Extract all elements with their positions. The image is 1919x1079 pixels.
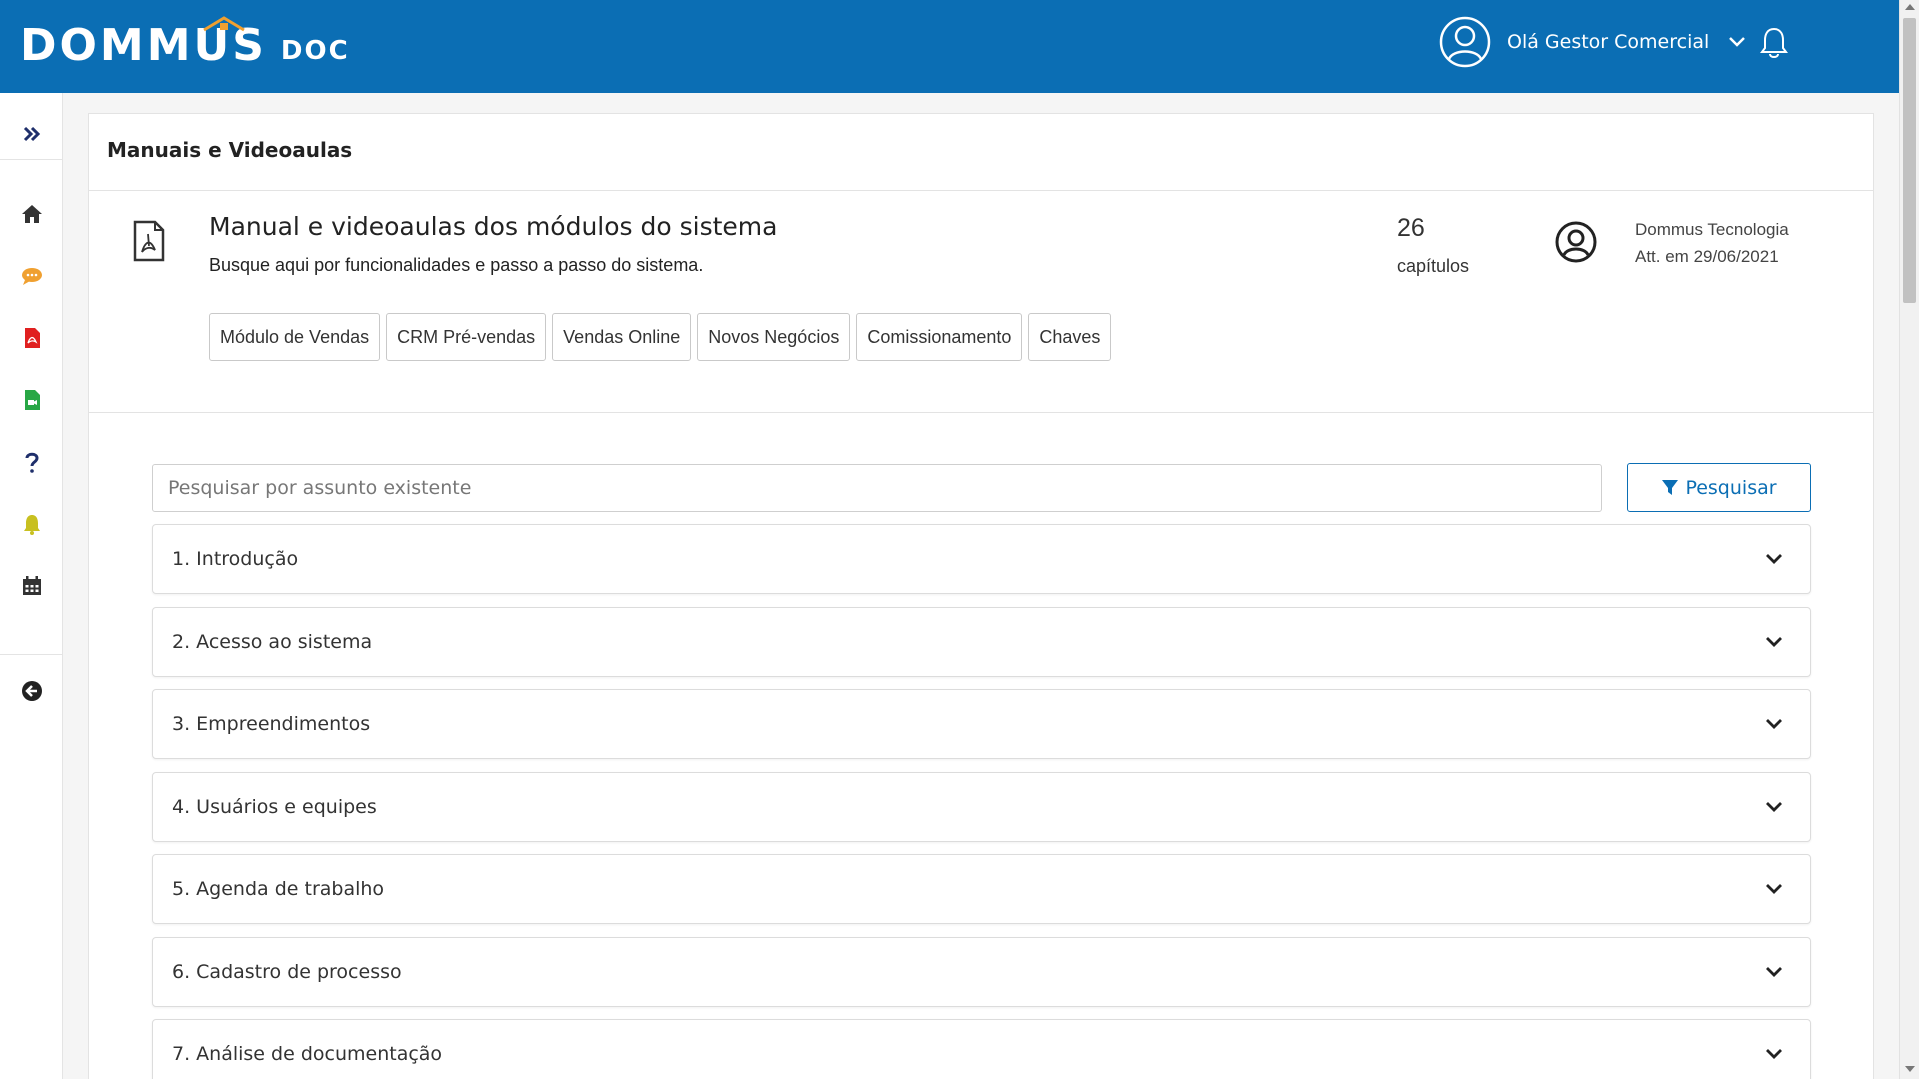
- chapter-item[interactable]: 7. Análise de documentação: [152, 1019, 1811, 1079]
- chapter-count: 26: [1397, 214, 1425, 242]
- divider: [89, 190, 1873, 191]
- search-button[interactable]: Pesquisar: [1627, 463, 1811, 512]
- document-updated: Att. em 29/06/2021: [1635, 247, 1779, 266]
- chapter-count-label: capítulos: [1397, 256, 1470, 276]
- user-circle-icon: [1439, 16, 1491, 68]
- user-greeting: Olá Gestor Comercial: [1507, 31, 1710, 53]
- chat-bubble-icon: [21, 268, 42, 285]
- sidebar-item-calendar[interactable]: [0, 566, 63, 606]
- chapter-label: 1. Introdução: [172, 548, 299, 570]
- document-subtitle: Busque aqui por funcionalidades e passo …: [209, 255, 704, 275]
- main-panel: Manuais e Videoaulas Manual e videoaulas…: [88, 113, 1874, 1079]
- sidebar-item-notifications[interactable]: [0, 504, 63, 544]
- chapter-label: 7. Análise de documentação: [172, 1043, 443, 1065]
- sidebar-item-back[interactable]: [0, 671, 63, 711]
- video-file-icon: [24, 390, 40, 410]
- tag-crm-pre-vendas[interactable]: CRM Pré-vendas: [386, 313, 547, 361]
- sidebar-divider: [0, 654, 63, 655]
- search-input[interactable]: [152, 464, 1602, 512]
- home-icon: [21, 205, 42, 223]
- chapter-item[interactable]: 1. Introdução: [152, 524, 1811, 594]
- sidebar-item-pdf[interactable]: [0, 318, 63, 358]
- chevron-down-icon: [1766, 637, 1782, 647]
- chapter-item[interactable]: 6. Cadastro de processo: [152, 937, 1811, 1007]
- bell-icon[interactable]: [1759, 26, 1789, 60]
- scrollbar[interactable]: [1899, 0, 1919, 1079]
- document-title: Manual e videoaulas dos módulos do siste…: [209, 212, 778, 241]
- top-bar: DOMMUS DOC Olá Gestor Comercial: [0, 0, 1899, 93]
- calendar-icon: [22, 576, 41, 595]
- module-tags: Módulo de Vendas CRM Pré-vendas Vendas O…: [209, 313, 1112, 361]
- sidebar-item-video[interactable]: [0, 380, 63, 420]
- tag-comissionamento[interactable]: Comissionamento: [856, 313, 1023, 361]
- chapter-item[interactable]: 2. Acesso ao sistema: [152, 607, 1811, 677]
- logo-suffix: DOC: [280, 36, 350, 66]
- tag-chaves[interactable]: Chaves: [1028, 313, 1112, 361]
- sidebar-divider: [0, 159, 63, 160]
- chevron-down-icon: [1766, 884, 1782, 894]
- tag-novos-negocios[interactable]: Novos Negócios: [697, 313, 851, 361]
- scroll-down-arrow-icon[interactable]: [1905, 1066, 1915, 1072]
- double-chevron-right-icon: [23, 126, 40, 142]
- scroll-thumb[interactable]: [1903, 18, 1916, 303]
- chapter-label: 6. Cadastro de processo: [172, 961, 402, 983]
- pdf-file-icon: [24, 328, 40, 348]
- chevron-down-icon: [1766, 719, 1782, 729]
- sidebar-item-help[interactable]: [0, 442, 63, 482]
- user-circle-icon: [1555, 221, 1597, 263]
- sidebar-item-home[interactable]: [0, 194, 63, 234]
- chevron-down-icon[interactable]: [1727, 32, 1747, 52]
- chevron-down-icon: [1766, 802, 1782, 812]
- back-arrow-icon: [21, 681, 42, 701]
- page-title: Manuais e Videoaulas: [107, 138, 353, 162]
- document-author: Dommus Tecnologia: [1635, 220, 1789, 239]
- logo-roof-icon: [203, 16, 245, 32]
- chapter-item[interactable]: 4. Usuários e equipes: [152, 772, 1811, 842]
- search-button-label: Pesquisar: [1685, 476, 1777, 499]
- logo[interactable]: DOMMUS DOC: [20, 16, 350, 68]
- question-icon: [25, 452, 39, 473]
- chapter-item[interactable]: 5. Agenda de trabalho: [152, 854, 1811, 924]
- chapter-label: 2. Acesso ao sistema: [172, 631, 373, 653]
- chapter-label: 3. Empreendimentos: [172, 713, 371, 735]
- tag-modulo-de-vendas[interactable]: Módulo de Vendas: [209, 313, 381, 361]
- bell-icon: [23, 515, 40, 535]
- scroll-up-arrow-icon[interactable]: [1905, 4, 1915, 10]
- pdf-outline-icon: [133, 220, 165, 262]
- chapter-item[interactable]: 3. Empreendimentos: [152, 689, 1811, 759]
- sidebar-expand-button[interactable]: [0, 114, 63, 154]
- chapter-label: 5. Agenda de trabalho: [172, 878, 385, 900]
- filter-icon: [1662, 479, 1679, 495]
- sidebar: [0, 93, 63, 1079]
- chevron-down-icon: [1766, 1049, 1782, 1059]
- user-menu[interactable]: Olá Gestor Comercial: [1439, 16, 1747, 68]
- chevron-down-icon: [1766, 967, 1782, 977]
- divider: [89, 412, 1873, 413]
- chapter-label: 4. Usuários e equipes: [172, 796, 377, 818]
- sidebar-item-chat[interactable]: [0, 256, 63, 296]
- tag-vendas-online[interactable]: Vendas Online: [552, 313, 692, 361]
- chevron-down-icon: [1766, 554, 1782, 564]
